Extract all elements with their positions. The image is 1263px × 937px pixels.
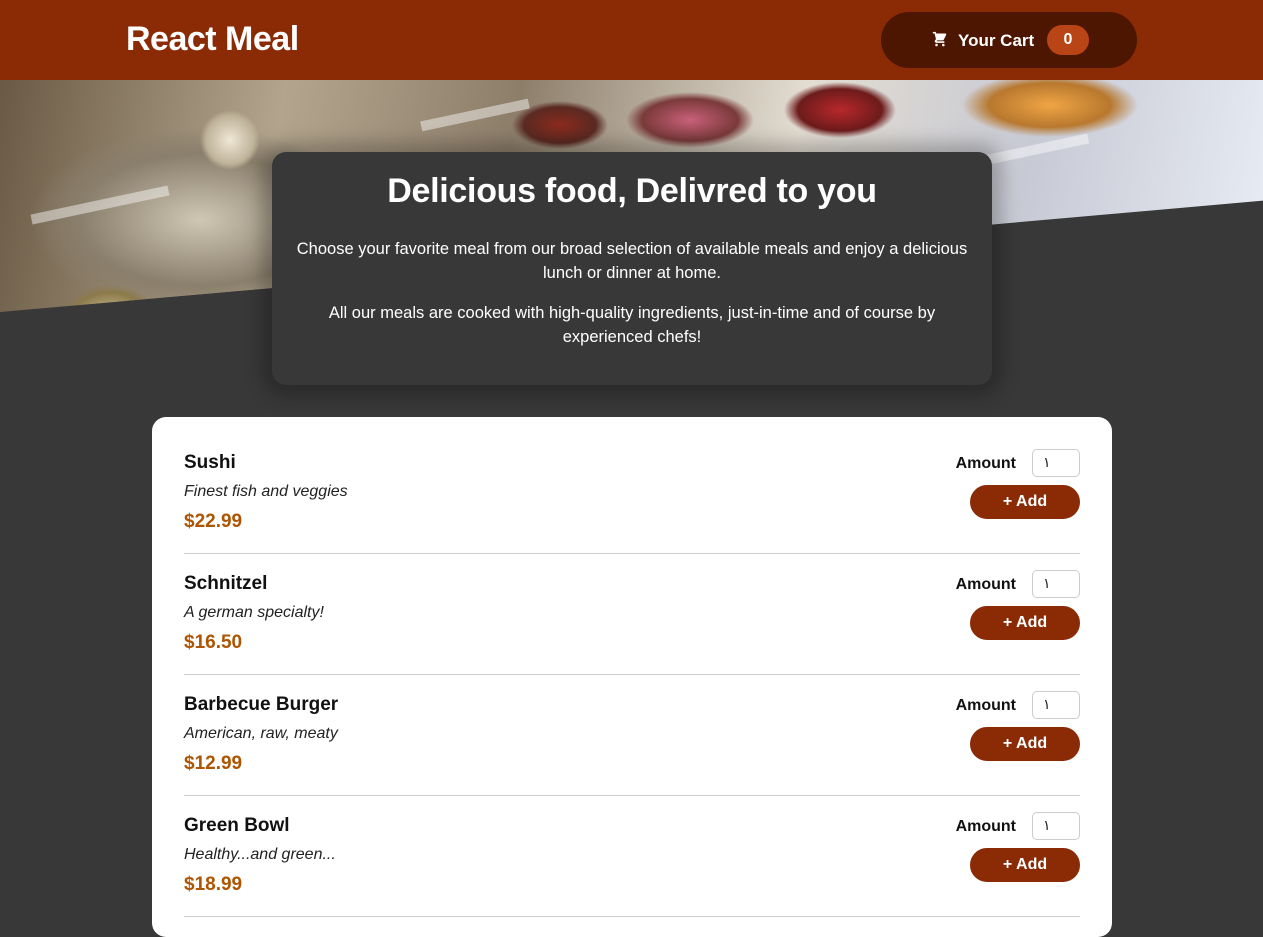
cart-label: Your Cart	[958, 31, 1035, 50]
cart-button[interactable]: Your Cart 0	[881, 12, 1137, 68]
meal-description: Healthy...and green...	[184, 846, 336, 863]
amount-label: Amount	[955, 455, 1016, 472]
meal-item: Barbecue Burger American, raw, meaty $12…	[184, 675, 1080, 796]
add-button[interactable]: + Add	[970, 727, 1080, 761]
amount-input[interactable]	[1032, 449, 1080, 477]
meal-price: $22.99	[184, 511, 243, 532]
cart-count-badge: 0	[1047, 25, 1089, 55]
available-meals-list: Sushi Finest fish and veggies $22.99 Amo…	[152, 417, 1112, 937]
add-button[interactable]: + Add	[970, 606, 1080, 640]
add-button[interactable]: + Add	[970, 848, 1080, 882]
amount-input[interactable]	[1032, 570, 1080, 598]
summary-title: Delicious food, Delivred to you	[387, 172, 877, 210]
amount-label: Amount	[955, 818, 1016, 835]
brand-title: React Meal	[126, 20, 299, 58]
meal-price: $16.50	[184, 632, 243, 653]
app-header: React Meal Your Cart 0	[0, 0, 1263, 80]
meal-item: Sushi Finest fish and veggies $22.99 Amo…	[184, 433, 1080, 554]
amount-input[interactable]	[1032, 812, 1080, 840]
amount-label: Amount	[955, 697, 1016, 714]
meal-description: Finest fish and veggies	[184, 483, 348, 500]
add-button[interactable]: + Add	[970, 485, 1080, 519]
meal-name: Sushi	[184, 452, 236, 473]
cart-icon	[932, 31, 947, 47]
meal-item: Schnitzel A german specialty! $16.50 Amo…	[184, 554, 1080, 675]
meal-price: $18.99	[184, 874, 243, 895]
meal-name: Barbecue Burger	[184, 694, 339, 715]
summary-paragraph: All our meals are cooked with high-quali…	[328, 304, 936, 346]
summary-paragraph: Choose your favorite meal from our broad…	[296, 240, 968, 282]
amount-label: Amount	[955, 576, 1016, 593]
meals-summary: Delicious food, Delivred to you Choose y…	[272, 152, 992, 385]
meal-item: Green Bowl Healthy...and green... $18.99…	[184, 796, 1080, 917]
meal-description: A german specialty!	[184, 604, 324, 621]
amount-input[interactable]	[1032, 691, 1080, 719]
meal-name: Green Bowl	[184, 815, 290, 836]
meal-price: $12.99	[184, 753, 243, 774]
meal-name: Schnitzel	[184, 573, 268, 594]
meal-description: American, raw, meaty	[184, 725, 338, 742]
